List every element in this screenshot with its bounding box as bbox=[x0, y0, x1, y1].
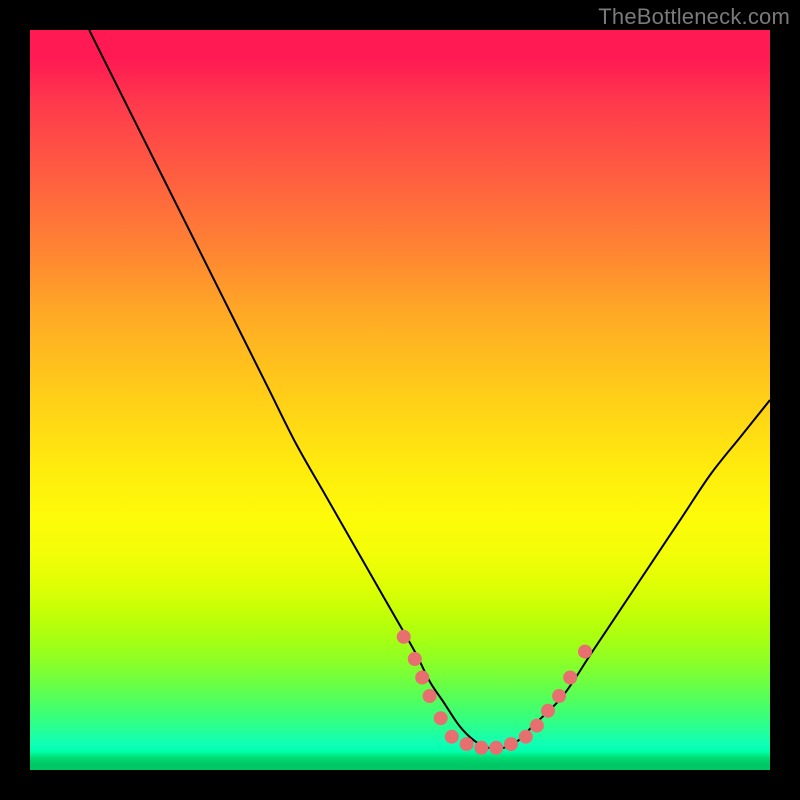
data-marker bbox=[563, 671, 577, 685]
plot-area bbox=[30, 30, 770, 770]
data-marker bbox=[541, 704, 555, 718]
data-marker bbox=[552, 689, 566, 703]
data-marker bbox=[408, 652, 422, 666]
chart-svg bbox=[30, 30, 770, 770]
data-marker bbox=[578, 645, 592, 659]
data-marker bbox=[397, 630, 411, 644]
data-marker bbox=[423, 689, 437, 703]
chart-frame: TheBottleneck.com bbox=[0, 0, 800, 800]
data-marker bbox=[519, 730, 533, 744]
data-marker bbox=[445, 730, 459, 744]
data-marker bbox=[504, 737, 518, 751]
watermark-text: TheBottleneck.com bbox=[598, 4, 790, 30]
data-marker bbox=[434, 711, 448, 725]
markers-group bbox=[397, 630, 592, 755]
data-marker bbox=[415, 671, 429, 685]
data-marker bbox=[474, 741, 488, 755]
data-marker bbox=[460, 737, 474, 751]
bottleneck-curve bbox=[89, 30, 770, 749]
data-marker bbox=[489, 741, 503, 755]
data-marker bbox=[530, 719, 544, 733]
